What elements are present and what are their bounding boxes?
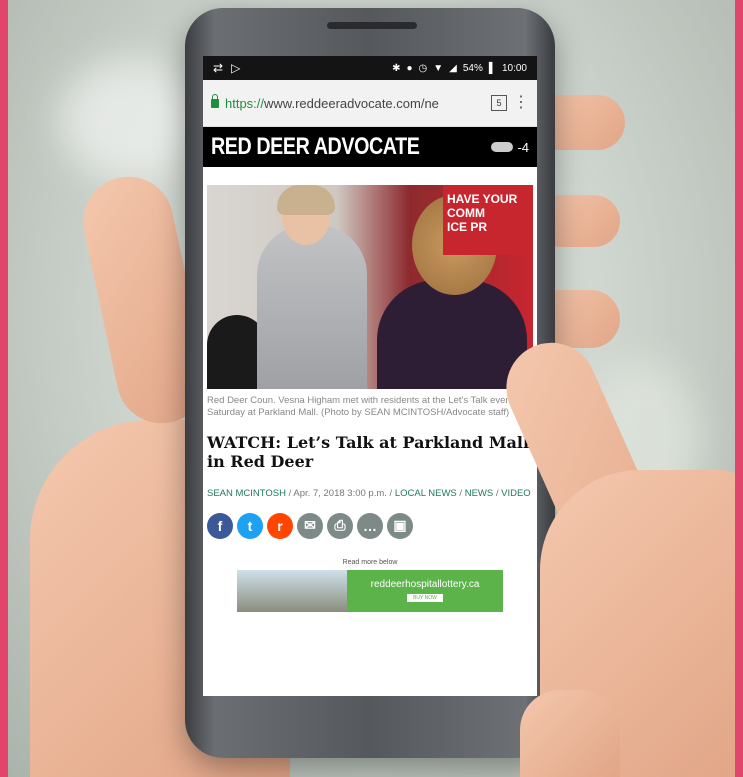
photo-person-left [257, 225, 367, 389]
photo-sign: HAVE YOUR COMM ICE PR [443, 185, 533, 255]
background-bokeh [60, 60, 200, 180]
article-photo[interactable]: HAVE YOUR COMM ICE PR [207, 185, 533, 389]
category-link[interactable]: VIDEO [501, 488, 531, 499]
lock-icon [211, 93, 219, 108]
alarm-icon: ◷ [418, 62, 428, 74]
advertisement-banner[interactable]: reddeerhospitallottery.ca BUY NOW [237, 569, 503, 612]
browser-toolbar: https://www.reddeeradvocate.com/ne 5 ⋮ [203, 80, 537, 127]
image-icon[interactable]: ▣ [387, 512, 413, 539]
signal-icon: ◢ [449, 62, 457, 74]
address-bar[interactable]: https://www.reddeeradvocate.com/ne [225, 96, 485, 111]
comment-icon[interactable]: … [357, 512, 383, 539]
weather-widget[interactable]: -4 [491, 140, 529, 155]
email-icon[interactable]: ✉ [297, 512, 323, 539]
wifi-icon: ▼ [433, 62, 444, 74]
read-more-label: Read more below [342, 558, 398, 566]
cloud-icon [491, 142, 514, 152]
facebook-icon[interactable]: f [207, 512, 233, 539]
right-thumb [520, 690, 620, 777]
category-link[interactable]: NEWS [465, 488, 494, 499]
photo-person-left-hair [277, 185, 335, 215]
share-bar: f t r ✉ ⎙ … ▣ [203, 505, 537, 539]
battery-icon: ▌ [488, 62, 496, 74]
ad-house-image [237, 569, 347, 612]
category-link[interactable]: LOCAL NEWS [395, 488, 457, 499]
play-store-icon: ▷ [231, 61, 241, 75]
battery-percent: 54% [462, 62, 483, 74]
tab-switcher-button[interactable]: 5 [491, 95, 507, 111]
status-bar: ⇄ ▷ ✱ ● ◷ ▼ ◢ 54% ▌ 10:00 [203, 56, 537, 80]
data-icon: ⇄ [213, 61, 224, 75]
reddit-icon[interactable]: r [267, 512, 293, 539]
ad-site-text: reddeerhospitallottery.ca [370, 579, 480, 591]
twitter-icon[interactable]: t [237, 512, 263, 539]
bluetooth-icon: ✱ [392, 62, 401, 74]
author-link[interactable]: SEAN MCINTOSH [207, 488, 286, 499]
overflow-menu-icon[interactable]: ⋮ [513, 95, 529, 111]
temperature: -4 [517, 139, 529, 155]
publish-date: Apr. 7, 2018 3:00 p.m. [293, 488, 387, 500]
clock: 10:00 [501, 62, 527, 74]
print-icon[interactable]: ⎙ [327, 512, 353, 539]
site-logo[interactable]: RED DEER ADVOCATE [211, 133, 420, 161]
phone-speaker [327, 22, 417, 29]
photo-person-right [377, 280, 527, 389]
dnd-icon: ● [406, 62, 413, 74]
site-header: RED DEER ADVOCATE -4 [203, 127, 537, 167]
article-meta: SEAN MCINTOSH / Apr. 7, 2018 3:00 p.m. /… [207, 488, 531, 500]
article-headline: WATCH: Let’s Talk at Parkland Mall in Re… [207, 432, 530, 471]
phone-screen: ⇄ ▷ ✱ ● ◷ ▼ ◢ 54% ▌ 10:00 https://www.re… [203, 56, 537, 696]
photo-caption: Red Deer Coun. Vesna Higham met with res… [207, 395, 514, 418]
ad-buy-button[interactable]: BUY NOW [407, 594, 443, 603]
